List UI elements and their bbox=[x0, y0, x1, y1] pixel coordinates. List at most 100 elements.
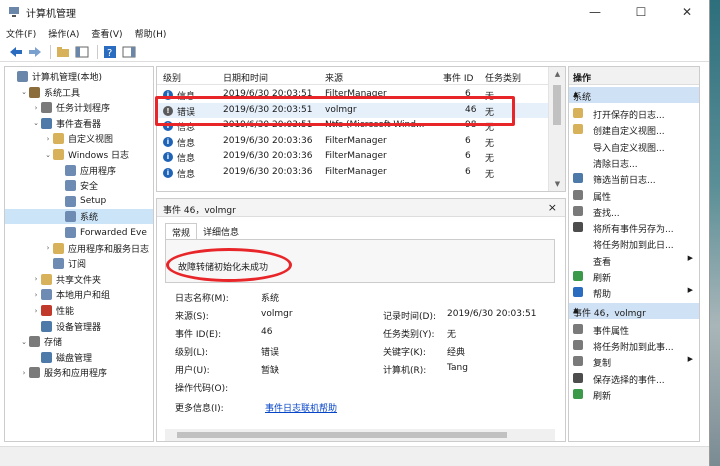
back-arrow-icon[interactable] bbox=[8, 44, 24, 60]
show-action-pane-icon[interactable] bbox=[121, 44, 137, 60]
column-level[interactable]: 级别 bbox=[163, 71, 181, 84]
action-item[interactable]: 清除日志... bbox=[569, 154, 699, 170]
collapse-caret-icon[interactable]: ▲ bbox=[573, 306, 693, 314]
column-task-category[interactable]: 任务类别 bbox=[485, 71, 521, 84]
detail-scroll-thumb[interactable] bbox=[177, 432, 507, 438]
tree-item[interactable]: 安全 bbox=[5, 178, 153, 193]
tree-item-label: 应用程序 bbox=[80, 166, 117, 177]
tree-item[interactable]: › 性能 bbox=[5, 303, 153, 318]
tree-item[interactable]: ⌄ Windows 日志 bbox=[5, 147, 153, 162]
column-datetime[interactable]: 日期和时间 bbox=[223, 71, 268, 84]
action-item[interactable]: 查看 ▶ bbox=[569, 252, 699, 268]
event-row[interactable]: i 信息 2019/6/30 20:03:36 FilterManager 6 无 bbox=[157, 149, 549, 164]
menu-action[interactable]: 操作(A) bbox=[48, 27, 79, 40]
detail-tabs: 常规 详细信息 bbox=[165, 223, 245, 239]
action-item[interactable]: 复制 ▶ bbox=[569, 353, 699, 369]
menu-view[interactable]: 查看(V) bbox=[91, 27, 122, 40]
column-event-id[interactable]: 事件 ID bbox=[443, 71, 473, 84]
scroll-up-arrow-icon[interactable]: ▲ bbox=[549, 67, 565, 81]
tree-node-icon bbox=[41, 305, 52, 316]
tree-item[interactable]: 应用程序 bbox=[5, 163, 153, 178]
task-category-value: 无 bbox=[447, 330, 457, 340]
expand-chevron-icon[interactable]: › bbox=[43, 244, 53, 252]
tree-item-label: 服务和应用程序 bbox=[44, 369, 108, 380]
action-item[interactable]: 导入自定义视图... bbox=[569, 138, 699, 154]
tree-item[interactable]: Setup bbox=[5, 194, 153, 209]
tree-item[interactable]: › 服务和应用程序 bbox=[5, 365, 153, 380]
event-row[interactable]: i 信息 2019/6/30 20:03:36 FilterManager 6 无 bbox=[157, 165, 549, 180]
actions-section-event[interactable]: 事件 46，volmgr ▲ bbox=[569, 302, 699, 319]
action-item[interactable]: 将所有事件另存为... bbox=[569, 219, 699, 235]
action-item[interactable]: 打开保存的日志... bbox=[569, 105, 699, 121]
minimize-button[interactable]: — bbox=[572, 0, 618, 24]
action-item[interactable]: 筛选当前日志... bbox=[569, 170, 699, 186]
action-item[interactable]: 事件属性 bbox=[569, 321, 699, 337]
event-row[interactable]: i 信息 2019/6/30 20:03:36 FilterManager 6 无 bbox=[157, 134, 549, 149]
detail-horizontal-scrollbar[interactable] bbox=[165, 429, 555, 441]
tree-item-label: 磁盘管理 bbox=[56, 353, 93, 364]
menu-help[interactable]: 帮助(H) bbox=[135, 27, 167, 40]
actions-section-system[interactable]: 系统 ▲ bbox=[569, 87, 699, 103]
tree-item[interactable]: ⌄ 系统工具 bbox=[5, 85, 153, 100]
menu-file[interactable]: 文件(F) bbox=[6, 27, 36, 40]
forward-arrow-icon[interactable] bbox=[27, 44, 43, 60]
tab-general[interactable]: 常规 bbox=[165, 223, 198, 239]
scroll-thumb[interactable] bbox=[553, 85, 561, 125]
detail-header: 事件 46，volmgr × bbox=[157, 199, 565, 217]
tree-node-icon bbox=[65, 211, 76, 223]
tab-details[interactable]: 详细信息 bbox=[197, 223, 245, 239]
event-level: 信息 bbox=[177, 169, 196, 180]
expand-chevron-icon[interactable]: › bbox=[31, 275, 41, 283]
show-hide-tree-icon[interactable] bbox=[74, 44, 90, 60]
scroll-down-arrow-icon[interactable]: ▼ bbox=[549, 177, 565, 191]
collapse-chevron-icon[interactable]: ⌄ bbox=[31, 119, 41, 127]
tree-item[interactable]: › 本地用户和组 bbox=[5, 287, 153, 302]
tree-item[interactable]: ⌄ 事件查看器 bbox=[5, 116, 153, 131]
tree-item[interactable]: 计算机管理(本地) bbox=[5, 69, 153, 84]
action-item[interactable]: 查找... bbox=[569, 203, 699, 219]
detail-close-icon[interactable]: × bbox=[548, 201, 557, 214]
action-item[interactable]: 创建自定义视图... bbox=[569, 121, 699, 137]
maximize-button[interactable]: ☐ bbox=[618, 0, 664, 24]
level-label: 级别(L): bbox=[175, 348, 209, 358]
action-item[interactable]: 属性 bbox=[569, 187, 699, 203]
tree-item[interactable]: 系统 bbox=[5, 209, 153, 225]
tree-item[interactable]: › 任务计划程序 bbox=[5, 100, 153, 115]
action-item[interactable]: 帮助 ▶ bbox=[569, 284, 699, 300]
help-icon[interactable]: ? bbox=[102, 44, 118, 60]
expand-chevron-icon[interactable]: › bbox=[19, 369, 29, 377]
action-icon bbox=[573, 205, 583, 216]
expand-chevron-icon[interactable]: › bbox=[31, 104, 41, 112]
up-folder-icon[interactable] bbox=[55, 44, 71, 60]
expand-chevron-icon[interactable]: › bbox=[43, 135, 53, 143]
tree-item[interactable]: › 自定义视图 bbox=[5, 131, 153, 146]
action-item[interactable]: 刷新 bbox=[569, 268, 699, 284]
action-item[interactable]: 将任务附加到此事... bbox=[569, 337, 699, 353]
action-item[interactable]: 将任务附加到此日... bbox=[569, 235, 699, 251]
action-item[interactable]: 保存选择的事件... bbox=[569, 370, 699, 386]
tree-item-label: 性能 bbox=[56, 307, 75, 317]
tree-item[interactable]: 设备管理器 bbox=[5, 319, 153, 334]
event-list-scrollbar[interactable]: ▲ ▼ bbox=[548, 67, 565, 191]
expand-chevron-icon[interactable]: › bbox=[31, 291, 41, 299]
tree-item[interactable]: 订阅 bbox=[5, 256, 153, 271]
more-info-label: 更多信息(I): bbox=[175, 404, 224, 414]
tree-item[interactable]: Forwarded Eve bbox=[5, 225, 153, 240]
action-item[interactable]: 刷新 bbox=[569, 386, 699, 402]
opcode-label: 操作代码(O): bbox=[175, 384, 229, 394]
tree-item[interactable]: › 应用程序和服务日志 bbox=[5, 241, 153, 256]
collapse-chevron-icon[interactable]: ⌄ bbox=[19, 338, 29, 346]
tree-item[interactable]: 磁盘管理 bbox=[5, 350, 153, 365]
online-help-link[interactable]: 事件日志联机帮助 bbox=[265, 401, 337, 414]
collapse-chevron-icon[interactable]: ⌄ bbox=[19, 88, 29, 96]
close-button[interactable]: ✕ bbox=[664, 0, 709, 24]
action-label: 筛选当前日志... bbox=[593, 176, 656, 187]
column-source[interactable]: 来源 bbox=[325, 71, 343, 84]
status-bar bbox=[0, 446, 709, 466]
expand-chevron-icon[interactable]: › bbox=[31, 307, 41, 315]
collapse-chevron-icon[interactable]: ⌄ bbox=[43, 151, 53, 159]
collapse-caret-icon[interactable]: ▲ bbox=[573, 90, 693, 98]
level-value: 错误 bbox=[261, 348, 280, 358]
tree-item[interactable]: › 共享文件夹 bbox=[5, 272, 153, 287]
tree-item[interactable]: ⌄ 存储 bbox=[5, 334, 153, 349]
